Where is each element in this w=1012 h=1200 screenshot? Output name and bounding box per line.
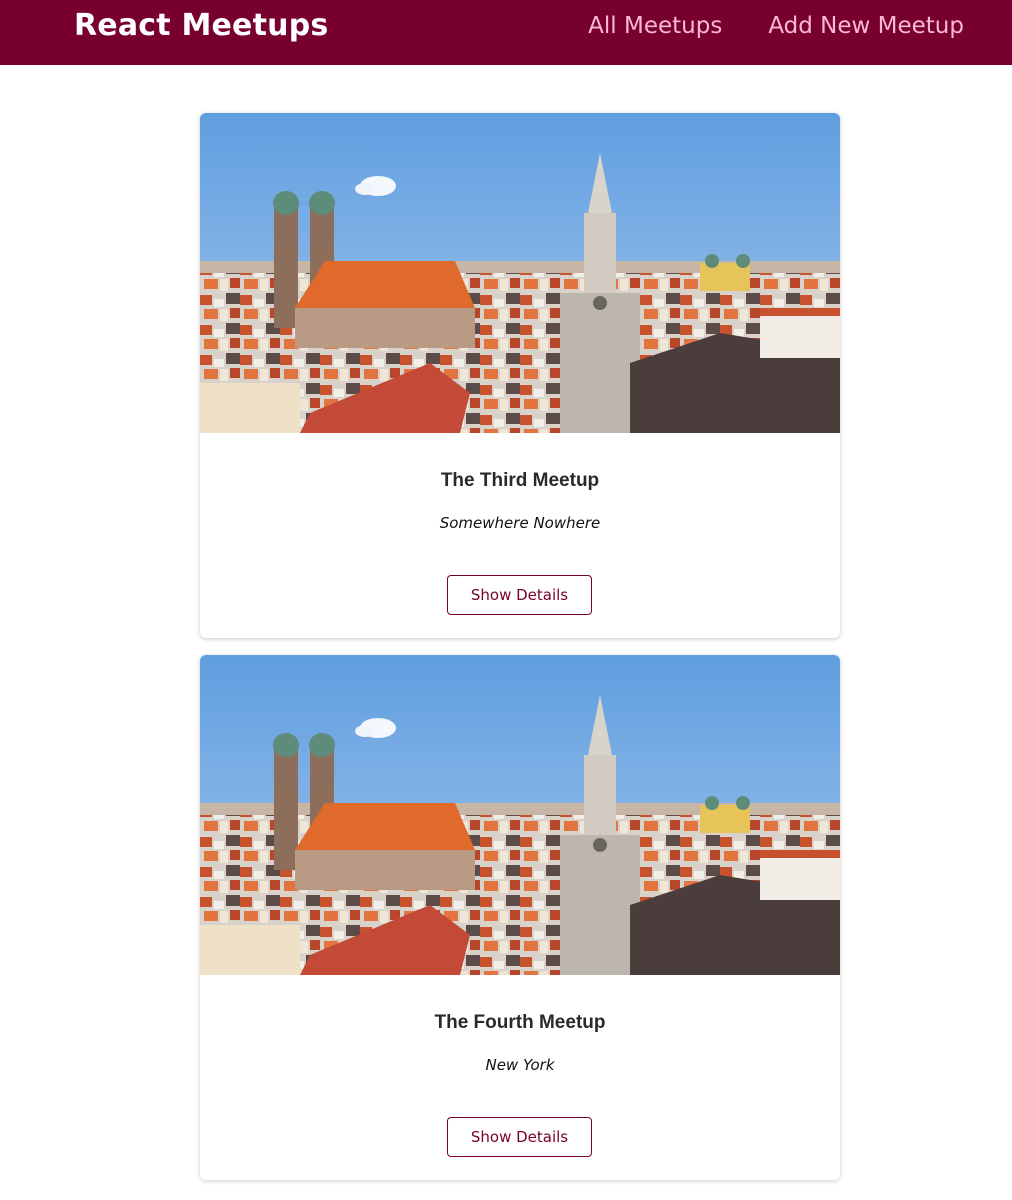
meetup-card: The Third Meetup Somewhere Nowhere Show …: [200, 113, 840, 638]
app-logo[interactable]: React Meetups: [74, 6, 328, 46]
main-nav: All Meetups Add New Meetup: [588, 10, 964, 42]
meetup-title: The Fourth Meetup: [434, 1012, 606, 1033]
meetup-address: Somewhere Nowhere: [439, 514, 601, 532]
show-details-button[interactable]: Show Details: [447, 575, 592, 615]
meetup-address: New York: [485, 1056, 555, 1074]
meetup-title: The Third Meetup: [440, 470, 600, 491]
meetup-image: [200, 113, 840, 433]
nav-link-all-meetups[interactable]: All Meetups: [588, 10, 722, 42]
nav-link-add-new-meetup[interactable]: Add New Meetup: [768, 10, 964, 42]
meetup-image: [200, 655, 840, 975]
meetup-card: The Fourth Meetup New York Show Details: [200, 655, 840, 1180]
top-nav-bar: React Meetups All Meetups Add New Meetup: [0, 0, 1012, 65]
show-details-button[interactable]: Show Details: [447, 1117, 592, 1157]
